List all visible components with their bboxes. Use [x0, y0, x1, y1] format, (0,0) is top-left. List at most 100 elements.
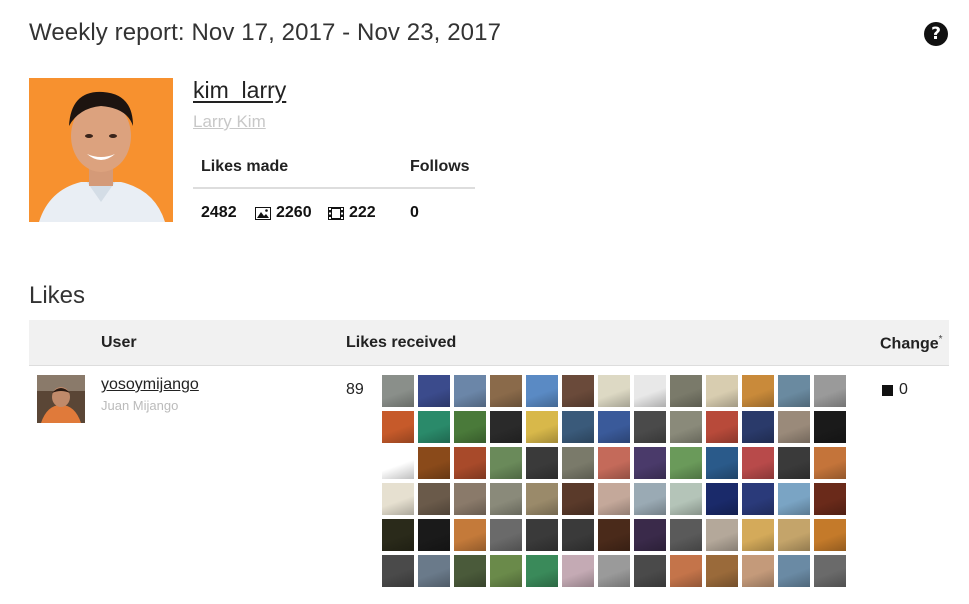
liked-post-thumbnail[interactable] — [670, 411, 702, 443]
liked-post-thumbnail[interactable] — [418, 447, 450, 479]
liked-post-thumbnail[interactable] — [490, 447, 522, 479]
liked-post-thumbnail[interactable] — [418, 375, 450, 407]
liked-post-thumbnail[interactable] — [598, 447, 630, 479]
liked-post-thumbnail[interactable] — [706, 519, 738, 551]
liked-post-thumbnail[interactable] — [598, 519, 630, 551]
liked-post-thumbnail[interactable] — [490, 411, 522, 443]
liked-post-thumbnail[interactable] — [382, 519, 414, 551]
liked-post-thumbnail[interactable] — [454, 483, 486, 515]
liked-post-thumbnail[interactable] — [706, 555, 738, 587]
liked-post-thumbnail[interactable] — [778, 555, 810, 587]
liked-post-thumbnail[interactable] — [634, 483, 666, 515]
liked-post-thumbnail[interactable] — [490, 483, 522, 515]
liked-post-thumbnail[interactable] — [382, 555, 414, 587]
liked-post-thumbnail[interactable] — [778, 447, 810, 479]
liked-post-thumbnail[interactable] — [526, 519, 558, 551]
liked-post-thumbnail[interactable] — [562, 411, 594, 443]
liked-post-thumbnail[interactable] — [634, 555, 666, 587]
liked-post-thumbnail[interactable] — [598, 375, 630, 407]
liked-post-thumbnail[interactable] — [382, 483, 414, 515]
image-icon — [255, 206, 271, 220]
liked-post-thumbnail[interactable] — [382, 411, 414, 443]
row-username-link[interactable]: yosoymijango — [101, 376, 199, 394]
liked-post-thumbnail[interactable] — [526, 375, 558, 407]
liked-post-thumbnail[interactable] — [814, 483, 846, 515]
liked-post-thumbnail[interactable] — [634, 411, 666, 443]
liked-post-thumbnail[interactable] — [670, 447, 702, 479]
liked-post-thumbnail[interactable] — [418, 411, 450, 443]
stats-values: 2482 2260 222 0 — [193, 189, 475, 237]
liked-post-thumbnail[interactable] — [778, 375, 810, 407]
likes-received-column-header: Likes received — [346, 334, 457, 351]
question-circle-icon[interactable]: ? — [924, 22, 948, 46]
liked-post-thumbnail[interactable] — [598, 555, 630, 587]
liked-post-thumbnail[interactable] — [778, 483, 810, 515]
username-link[interactable]: kim_larry — [193, 77, 286, 104]
liked-post-thumbnail[interactable] — [634, 519, 666, 551]
liked-post-thumbnail[interactable] — [490, 519, 522, 551]
liked-post-thumbnail[interactable] — [562, 555, 594, 587]
liked-post-thumbnail[interactable] — [814, 447, 846, 479]
liked-post-thumbnail[interactable] — [778, 519, 810, 551]
videos-stat: 222 — [328, 204, 376, 222]
liked-post-thumbnail[interactable] — [418, 483, 450, 515]
report-title: Weekly report: Nov 17, 2017 - Nov 23, 20… — [29, 19, 502, 46]
liked-post-thumbnail[interactable] — [598, 483, 630, 515]
liked-post-thumbnail[interactable] — [634, 447, 666, 479]
row-change-value: 0 — [899, 381, 908, 398]
liked-post-thumbnail[interactable] — [562, 447, 594, 479]
liked-post-thumbnail[interactable] — [598, 411, 630, 443]
liked-post-thumbnail[interactable] — [562, 483, 594, 515]
liked-post-thumbnail[interactable] — [706, 411, 738, 443]
liked-post-thumbnail[interactable] — [418, 519, 450, 551]
liked-post-thumbnail[interactable] — [670, 375, 702, 407]
avatar[interactable] — [37, 375, 85, 423]
liked-post-thumbnail[interactable] — [454, 375, 486, 407]
liked-post-thumbnail[interactable] — [742, 411, 774, 443]
videos-value: 222 — [349, 204, 376, 221]
liked-post-thumbnail[interactable] — [706, 483, 738, 515]
liked-post-thumbnail[interactable] — [742, 555, 774, 587]
square-icon — [882, 384, 893, 396]
liked-post-thumbnail[interactable] — [454, 447, 486, 479]
liked-post-thumbnail[interactable] — [778, 411, 810, 443]
liked-post-thumbnail[interactable] — [742, 483, 774, 515]
liked-post-thumbnail[interactable] — [742, 519, 774, 551]
liked-post-thumbnail[interactable] — [562, 519, 594, 551]
stats-header: Likes made Follows — [193, 145, 475, 189]
film-icon — [328, 206, 344, 220]
likes-made-value: 2482 — [201, 204, 237, 221]
liked-post-thumbnail[interactable] — [526, 447, 558, 479]
likes-made-header: Likes made — [201, 158, 289, 175]
row-change: 0 — [882, 381, 908, 399]
change-column-header: Change* — [880, 334, 943, 353]
liked-post-thumbnail[interactable] — [706, 375, 738, 407]
liked-post-thumbnail[interactable] — [454, 519, 486, 551]
liked-post-thumbnail[interactable] — [418, 555, 450, 587]
liked-post-thumbnail[interactable] — [526, 483, 558, 515]
liked-post-thumbnail[interactable] — [670, 555, 702, 587]
likes-section-title: Likes — [29, 282, 86, 309]
liked-post-thumbnail[interactable] — [490, 375, 522, 407]
photos-stat: 2260 — [255, 204, 312, 222]
liked-post-thumbnail[interactable] — [454, 555, 486, 587]
liked-post-thumbnail[interactable] — [814, 375, 846, 407]
liked-post-thumbnail[interactable] — [382, 447, 414, 479]
liked-post-thumbnail[interactable] — [454, 411, 486, 443]
liked-post-thumbnail[interactable] — [490, 555, 522, 587]
liked-post-thumbnail[interactable] — [814, 555, 846, 587]
liked-post-thumbnail[interactable] — [814, 411, 846, 443]
full-name-link[interactable]: Larry Kim — [193, 112, 266, 132]
liked-post-thumbnail[interactable] — [382, 375, 414, 407]
liked-post-thumbnail[interactable] — [634, 375, 666, 407]
liked-post-thumbnail[interactable] — [706, 447, 738, 479]
liked-post-thumbnail[interactable] — [814, 519, 846, 551]
row-likes-received: 89 — [346, 381, 364, 398]
liked-post-thumbnail[interactable] — [670, 519, 702, 551]
liked-post-thumbnail[interactable] — [670, 483, 702, 515]
liked-post-thumbnail[interactable] — [742, 447, 774, 479]
liked-post-thumbnail[interactable] — [562, 375, 594, 407]
liked-post-thumbnail[interactable] — [526, 555, 558, 587]
liked-post-thumbnail[interactable] — [742, 375, 774, 407]
liked-post-thumbnail[interactable] — [526, 411, 558, 443]
